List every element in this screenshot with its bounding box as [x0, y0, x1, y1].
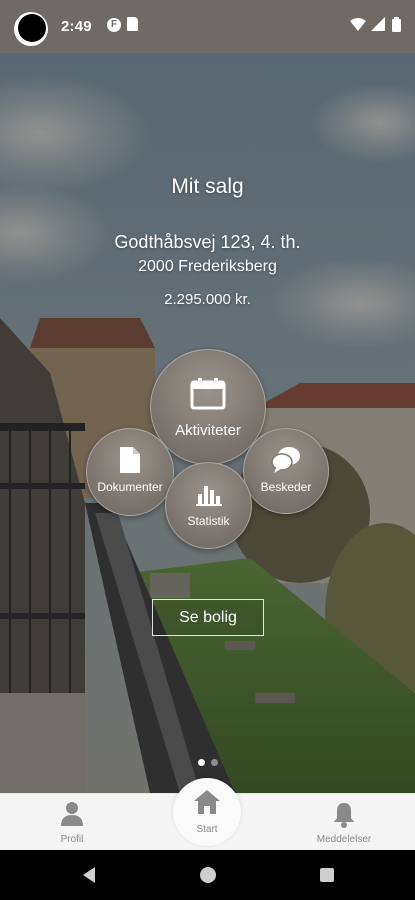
home-icon [173, 790, 241, 814]
status-right-icons [349, 16, 405, 34]
nav-profil[interactable]: Profil [44, 794, 100, 851]
page-indicator [198, 759, 218, 767]
system-navigation-bar [0, 850, 415, 900]
status-time: 2:49 [61, 18, 92, 35]
recent-apps-icon[interactable] [320, 868, 334, 882]
property-address: Godthåbsvej 123, 4. th. [114, 232, 301, 252]
nav-meddelelser[interactable]: Meddelelser [306, 794, 382, 851]
statistik-button[interactable]: Statistik [165, 462, 252, 549]
nav-profil-label: Profil [60, 834, 84, 845]
battery-icon [392, 17, 401, 32]
back-icon[interactable] [80, 866, 98, 884]
dokumenter-button[interactable]: Dokumenter [86, 428, 174, 516]
statistik-label: Statistik [187, 514, 230, 528]
bottom-navigation: Profil Start Meddelelser [0, 778, 415, 851]
nav-meddelelser-label: Meddelelser [316, 834, 372, 845]
page-dot-2[interactable] [211, 759, 218, 766]
property-city: 2000 Frederiksberg [138, 258, 277, 275]
status-bar: 2:49 F [0, 0, 415, 53]
chat-bubbles-icon [244, 446, 328, 474]
nav-start-label: Start [196, 824, 218, 835]
page-title: Mit salg [171, 175, 244, 198]
app-screen: 2:49 F Mit salg Godthåbsvej 123, 4. th. … [0, 0, 415, 900]
page-dot-1[interactable] [198, 759, 205, 766]
camera-cutout [14, 12, 48, 46]
bell-icon [306, 802, 382, 828]
person-icon [44, 802, 100, 826]
dokumenter-label: Dokumenter [97, 480, 163, 494]
se-bolig-button[interactable]: Se bolig [152, 599, 264, 636]
home-circle-icon[interactable] [200, 867, 216, 883]
hero-section: Mit salg Godthåbsvej 123, 4. th. 2000 Fr… [0, 53, 415, 793]
calendar-icon [151, 378, 265, 410]
beskeder-label: Beskeder [260, 480, 312, 494]
beskeder-button[interactable]: Beskeder [243, 428, 329, 514]
cellular-icon [371, 17, 385, 31]
property-price: 2.295.000 kr. [164, 291, 251, 308]
nav-start[interactable]: Start [173, 778, 241, 846]
f-circle-icon: F [107, 18, 121, 32]
document-icon [87, 447, 173, 473]
sd-card-icon [127, 17, 138, 31]
aktiviteter-label: Aktiviteter [175, 422, 241, 439]
wifi-icon [350, 18, 366, 31]
bar-chart-icon [166, 480, 251, 506]
